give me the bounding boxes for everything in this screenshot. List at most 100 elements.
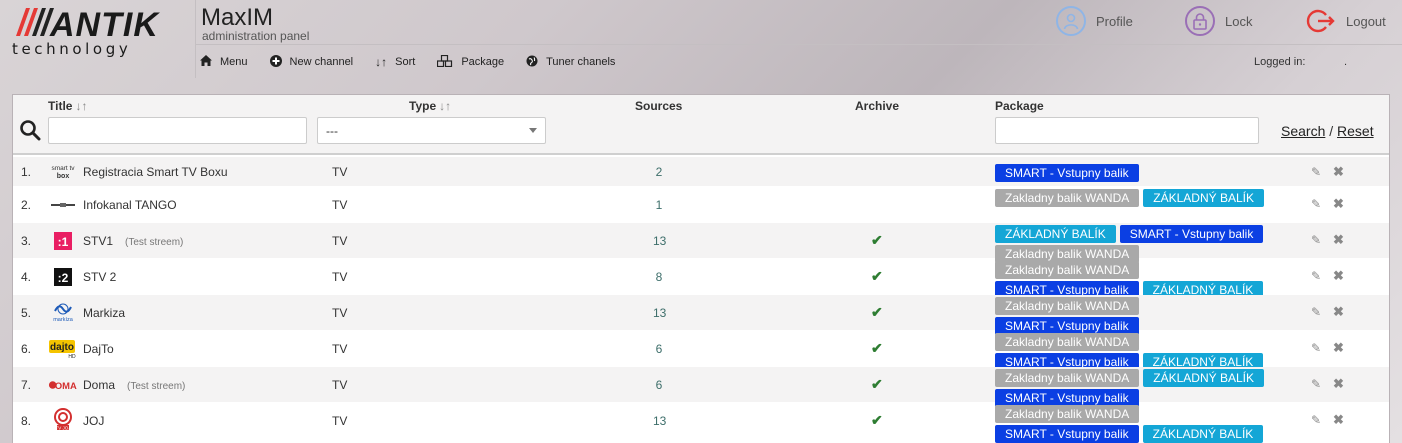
- nav-new-channel-label: New channel: [289, 56, 354, 68]
- table-row[interactable]: 3. :1 STV1 (Test streem) TV 13 ✔ ZÁKLADNÝ…: [13, 223, 1389, 263]
- channel-sources: 8: [655, 270, 663, 284]
- search-link[interactable]: Search: [1281, 123, 1325, 139]
- table-row[interactable]: 2. Infokanal TANGO TV 1 Zakladny balik W…: [13, 187, 1389, 223]
- pencil-icon[interactable]: ✎: [1311, 165, 1321, 179]
- channel-title-wrap[interactable]: Doma (Test streem): [83, 378, 185, 392]
- search-icon[interactable]: [19, 119, 41, 141]
- nav-tuner-channels-label: Tuner chanels: [546, 56, 616, 68]
- nav-package[interactable]: Package: [437, 54, 505, 70]
- package-badge: ZÁKLADNÝ BALÍK: [1143, 189, 1264, 207]
- channel-type: TV: [332, 270, 348, 284]
- row-number: 8.: [21, 414, 32, 428]
- table-row[interactable]: 8. TV JOJ JOJ TV 13 ✔ Zakladny balik WAN…: [13, 403, 1389, 443]
- package-badge: Zakladny balik WANDA: [995, 189, 1140, 207]
- archive-check-icon: ✔: [871, 412, 883, 428]
- profile-button[interactable]: Profile: [1056, 4, 1133, 38]
- delete-icon[interactable]: ✖: [1333, 340, 1344, 356]
- app-subtitle: administration panel: [202, 29, 310, 43]
- channel-title[interactable]: DajTo: [83, 342, 114, 356]
- delete-icon[interactable]: ✖: [1333, 304, 1344, 320]
- nav-tuner-channels[interactable]: Tuner chanels: [526, 55, 615, 70]
- package-badge: SMART - Vstupny balik: [995, 164, 1139, 182]
- package-badge: ZÁKLADNÝ BALÍK: [995, 225, 1116, 243]
- channel-note: (Test streem): [127, 381, 186, 392]
- channel-title: STV1: [83, 234, 114, 248]
- channel-title[interactable]: Infokanal TANGO: [83, 198, 177, 212]
- type-filter-selected: ---: [326, 123, 338, 138]
- table-row[interactable]: 1. smart tv box Registracia Smart TV Boxu…: [13, 157, 1389, 187]
- archive-check-icon: ✔: [871, 304, 883, 320]
- user-icon: [1056, 6, 1086, 36]
- delete-icon[interactable]: ✖: [1333, 164, 1344, 180]
- delete-icon[interactable]: ✖: [1333, 232, 1344, 248]
- channel-title-wrap[interactable]: STV1 (Test streem): [83, 234, 183, 248]
- title-filter-input[interactable]: [48, 117, 307, 144]
- nav-sort[interactable]: ↓↑ Sort: [375, 55, 415, 69]
- pencil-icon[interactable]: ✎: [1311, 233, 1321, 247]
- package-badge: Zakladny balik WANDA: [995, 333, 1140, 351]
- table-row[interactable]: 7. OMA Doma (Test streem) TV 6 ✔ Zakladny…: [13, 367, 1389, 407]
- table-row[interactable]: 4. :2 STV 2 TV 8 ✔ Zakladny balik WANDA …: [13, 259, 1389, 299]
- logout-button[interactable]: Logout: [1304, 4, 1386, 38]
- channel-note: (Test streem): [125, 237, 184, 248]
- antik-logo[interactable]: ANTIK technology: [10, 6, 190, 64]
- channel-title[interactable]: JOJ: [83, 414, 104, 428]
- channel-packages: Zakladny balik WANDA SMART - Vstupny bal…: [995, 261, 1285, 299]
- table-row[interactable]: 6. dajto HD DajTo TV 6 ✔ Zakladny balik W…: [13, 331, 1389, 371]
- column-header-type[interactable]: Type ↓↑: [409, 99, 451, 113]
- table-row[interactable]: 5. markíza Markiza TV 13 ✔ Zakladny bali…: [13, 295, 1389, 335]
- pencil-icon[interactable]: ✎: [1311, 305, 1321, 319]
- channel-title[interactable]: Markiza: [83, 306, 125, 320]
- app-header: ANTIK technology MaxIM administration pa…: [0, 0, 1402, 78]
- svg-text:TV JOJ: TV JOJ: [55, 426, 70, 431]
- pencil-icon[interactable]: ✎: [1311, 197, 1321, 211]
- delete-icon[interactable]: ✖: [1333, 376, 1344, 392]
- logout-icon: [1304, 5, 1336, 37]
- nav-new-channel[interactable]: New channel: [269, 54, 354, 70]
- channel-logo-tango: [48, 195, 78, 215]
- delete-icon[interactable]: ✖: [1333, 412, 1344, 428]
- logo-stripes: [16, 8, 54, 36]
- channel-packages: Zakladny balik WANDA SMART - Vstupny bal…: [995, 333, 1285, 371]
- package-filter-input[interactable]: [995, 117, 1259, 144]
- nav-package-label: Package: [461, 56, 505, 68]
- channel-type: TV: [332, 165, 348, 179]
- sort-toggle-icon[interactable]: ↓↑: [439, 99, 451, 113]
- channel-title[interactable]: Registracia Smart TV Boxu: [83, 165, 228, 179]
- archive-check-icon: ✔: [871, 340, 883, 356]
- delete-icon[interactable]: ✖: [1333, 196, 1344, 212]
- archive-check-icon: ✔: [871, 268, 883, 284]
- filter-actions-separator: /: [1329, 123, 1334, 139]
- pencil-icon[interactable]: ✎: [1311, 341, 1321, 355]
- pencil-icon[interactable]: ✎: [1311, 377, 1321, 391]
- lock-button[interactable]: Lock: [1185, 4, 1252, 38]
- row-number: 5.: [21, 306, 32, 320]
- channel-type: TV: [332, 234, 348, 248]
- channel-logo-dajto: dajto HD: [48, 338, 78, 359]
- delete-icon[interactable]: ✖: [1333, 268, 1344, 284]
- header-divider: [196, 44, 1402, 45]
- column-header-archive: Archive: [855, 99, 900, 113]
- sort-toggle-icon[interactable]: ↓↑: [75, 99, 87, 113]
- channel-type: TV: [332, 198, 348, 212]
- nav-menu[interactable]: Menu: [200, 55, 248, 69]
- channel-title: Doma: [83, 378, 116, 392]
- column-header-package: Package: [995, 99, 1044, 113]
- channel-logo-markiza: markíza: [48, 302, 78, 323]
- package-badge: Zakladny balik WANDA: [995, 261, 1140, 279]
- channel-type: TV: [332, 414, 348, 428]
- channel-packages: Zakladny balik WANDA SMART - Vstupny bal…: [995, 297, 1285, 335]
- row-number: 1.: [21, 165, 32, 179]
- channel-logo-stv1: :1: [48, 231, 78, 251]
- reset-link[interactable]: Reset: [1337, 123, 1374, 139]
- type-filter-select[interactable]: ---: [317, 117, 546, 144]
- pencil-icon[interactable]: ✎: [1311, 413, 1321, 427]
- channel-sources: 2: [655, 165, 663, 179]
- channel-packages: Zakladny balik WANDA ZÁKLADNÝ BALÍK: [995, 189, 1285, 207]
- channel-title[interactable]: STV 2: [83, 270, 116, 284]
- pencil-icon[interactable]: ✎: [1311, 269, 1321, 283]
- svg-text:dajto: dajto: [50, 342, 74, 353]
- lock-label: Lock: [1225, 13, 1253, 29]
- row-number: 2.: [21, 198, 32, 212]
- column-header-title[interactable]: Title ↓↑: [48, 99, 87, 113]
